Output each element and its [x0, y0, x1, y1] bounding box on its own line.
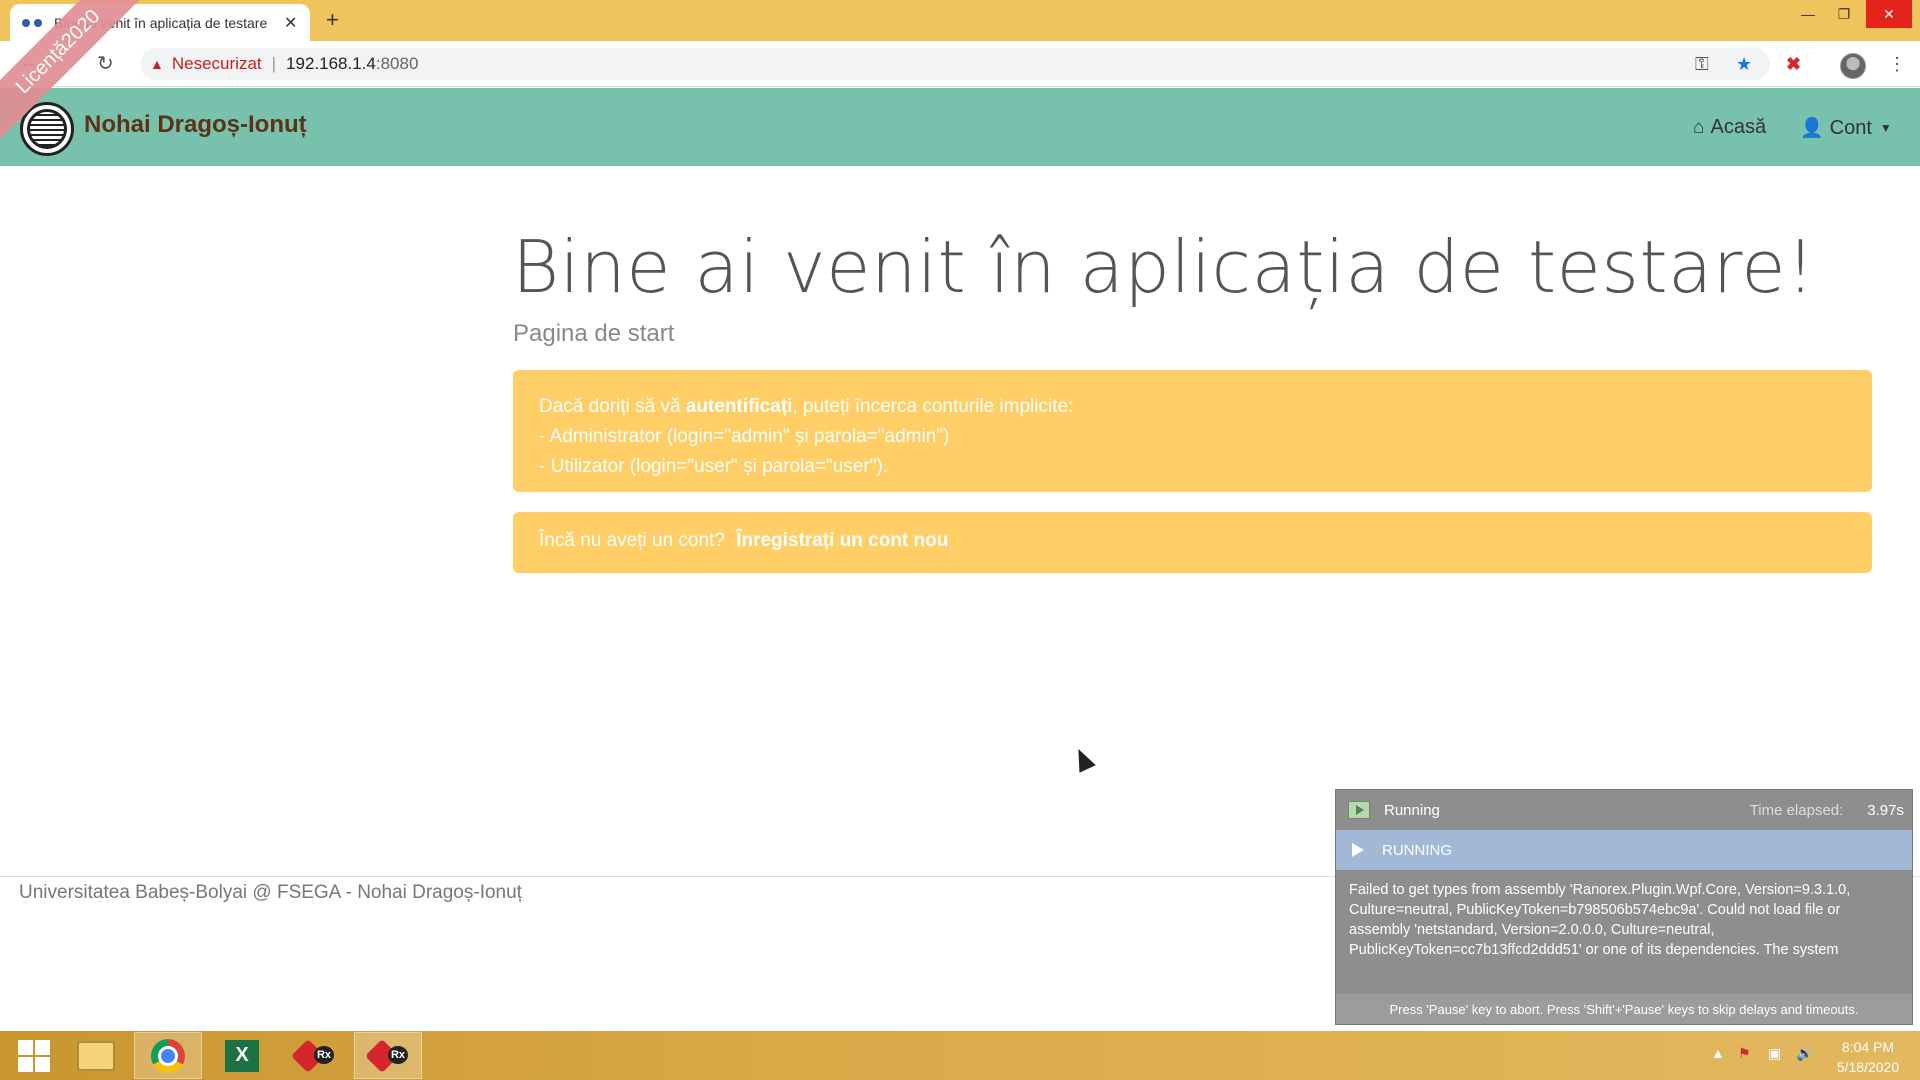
- close-window-icon[interactable]: ✕: [1866, 0, 1912, 28]
- runner-status: Running: [1384, 801, 1440, 819]
- browser-tab-strip: Bine ai venit în aplicația de testare ✕ …: [0, 0, 1920, 41]
- ranorex-icon: Rx: [294, 1040, 334, 1072]
- taskbar-file-explorer[interactable]: [62, 1032, 130, 1079]
- site-favicon-icon: [22, 18, 42, 28]
- alert-prefix: Dacă doriți să vă: [539, 396, 686, 417]
- runner-status-bar: RUNNING: [1336, 830, 1912, 870]
- clock-time: 8:04 PM: [1841, 1039, 1895, 1055]
- mouse-cursor-icon: [1070, 745, 1096, 773]
- taskbar-excel[interactable]: X: [208, 1032, 276, 1079]
- url-host: 192.168.1.4: [286, 54, 376, 73]
- register-link[interactable]: Înregistrați un cont nou: [736, 530, 948, 551]
- nav-account-label: Cont: [1829, 116, 1872, 139]
- browser-menu-icon[interactable]: ⋮: [1888, 54, 1906, 75]
- security-label[interactable]: Nesecurizat: [172, 54, 262, 74]
- taskbar-ranorex-1[interactable]: Rx: [280, 1032, 348, 1079]
- taskbar-ranorex-2[interactable]: Rx: [354, 1032, 422, 1079]
- alert-line-1: Dacă doriți să vă autentificați, puteți …: [539, 392, 1846, 422]
- excel-icon: X: [225, 1039, 259, 1072]
- chrome-icon: [151, 1038, 185, 1073]
- home-icon: ⌂: [1693, 116, 1705, 138]
- elapsed-label: Time elapsed:: [1749, 801, 1844, 819]
- runner-play-folder-icon: [1348, 801, 1370, 819]
- user-icon: 👤: [1800, 118, 1824, 139]
- restore-window-icon[interactable]: ❐: [1826, 0, 1862, 28]
- alert-line-admin: - Administrator (login="admin" și parola…: [539, 426, 950, 447]
- bookmark-star-icon[interactable]: ★: [1736, 54, 1752, 75]
- tray-expand-icon[interactable]: ▲: [1711, 1045, 1725, 1061]
- login-info-alert: Dacă doriți să vă autentificați, puteți …: [513, 370, 1872, 492]
- ranorex-icon-label: Rx: [387, 1045, 408, 1064]
- clock-date: 5/18/2020: [1836, 1059, 1900, 1075]
- runner-bar-label: RUNNING: [1382, 841, 1452, 859]
- tab-close-icon[interactable]: ✕: [284, 13, 297, 33]
- volume-icon[interactable]: 🔊: [1796, 1045, 1813, 1062]
- start-button[interactable]: [0, 1032, 68, 1079]
- new-tab-button[interactable]: +: [326, 7, 339, 33]
- runner-footer: Press 'Pause' key to abort. Press 'Shift…: [1336, 994, 1912, 1024]
- page-subtitle: Pagina de start: [513, 320, 675, 347]
- ranorex-icon-label: Rx: [313, 1045, 334, 1064]
- runner-header: Running Time elapsed: 3.97s: [1336, 790, 1912, 830]
- taskbar-chrome[interactable]: [134, 1032, 202, 1079]
- nav-home-label: Acasă: [1710, 116, 1767, 138]
- runner-message: Failed to get types from assembly 'Ranor…: [1349, 882, 1851, 958]
- page-title: Bine ai venit în aplicația de testare!: [512, 225, 1816, 309]
- browser-toolbar: ← → ↻ ▲ Nesecurizat | 192.168.1.4 :8080 …: [0, 41, 1920, 87]
- key-icon[interactable]: ⚿: [1695, 54, 1709, 75]
- url-port: :8080: [375, 54, 419, 73]
- elapsed-value: 3.97s: [1867, 801, 1904, 819]
- address-bar[interactable]: ▲ Nesecurizat | 192.168.1.4 :8080: [140, 48, 1770, 80]
- alert-line-user: - Utilizator (login="user" și parola="us…: [539, 456, 889, 477]
- ranorex-icon: Rx: [368, 1040, 408, 1072]
- app-navbar: Nohai Dragoș-Ionuț ⌂ Acasă 👤 Cont ▼: [0, 88, 1920, 166]
- browser-profile-avatar[interactable]: [1840, 53, 1866, 79]
- register-prompt: Încă nu aveți un cont?: [539, 530, 731, 551]
- register-alert: Încă nu aveți un cont? Înregistrați un c…: [513, 512, 1872, 573]
- warning-icon: ▲: [150, 56, 164, 72]
- windows-logo-icon: [18, 1039, 50, 1072]
- address-separator: |: [271, 54, 277, 73]
- nav-account-dropdown[interactable]: 👤 Cont ▼: [1800, 116, 1892, 140]
- ranorex-runner-panel: Running Time elapsed: 3.97s RUNNING Fail…: [1335, 789, 1913, 1025]
- brand-name[interactable]: Nohai Dragoș-Ionuț: [84, 111, 307, 139]
- tray-flag-icon[interactable]: ⚑: [1738, 1045, 1751, 1062]
- alert-suffix: , puteți încerca conturile implicite:: [792, 396, 1074, 417]
- taskbar-clock[interactable]: 8:04 PM 5/18/2020: [1820, 1037, 1916, 1077]
- network-icon[interactable]: ▣: [1768, 1045, 1781, 1062]
- play-icon: [1352, 843, 1364, 857]
- minimize-window-icon[interactable]: —: [1790, 0, 1826, 28]
- alert-bold-text: autentificați: [685, 396, 793, 417]
- footer-text: Universitatea Babeș-Bolyai @ FSEGA - Noh…: [19, 882, 522, 903]
- nav-home-link[interactable]: ⌂ Acasă: [1693, 116, 1766, 139]
- folder-icon: [77, 1040, 115, 1071]
- reload-icon[interactable]: ↻: [97, 51, 114, 76]
- caret-down-icon: ▼: [1879, 121, 1892, 135]
- extension-icon[interactable]: ✖: [1786, 54, 1801, 75]
